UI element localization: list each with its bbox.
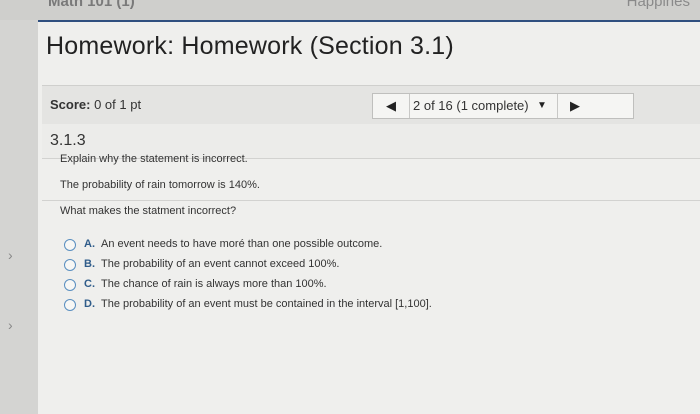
score-display: Score: 0 of 1 pt bbox=[50, 97, 141, 112]
chevron-down-icon[interactable]: ▼ bbox=[537, 94, 547, 118]
page-title: Homework: Homework (Section 3.1) bbox=[46, 32, 454, 60]
chevron-right-icon[interactable]: › bbox=[8, 317, 13, 333]
radio-button[interactable] bbox=[64, 239, 76, 251]
option-text: The probability of an event cannot excee… bbox=[101, 258, 340, 270]
option-text: An event needs to have moré than one pos… bbox=[101, 238, 383, 250]
browser-tab-bar: Math 101 (1) Happines bbox=[0, 0, 700, 20]
chevron-right-icon[interactable]: › bbox=[8, 247, 13, 263]
question-prompt: What makes the statment incorrect? bbox=[60, 205, 237, 217]
option-text: The chance of rain is always more than 1… bbox=[101, 278, 327, 290]
radio-button[interactable] bbox=[64, 299, 76, 311]
divider bbox=[42, 200, 700, 201]
browser-tab-course[interactable]: Math 101 (1) bbox=[48, 0, 135, 10]
score-label: Score: bbox=[50, 97, 91, 112]
option-text: The probability of an event must be cont… bbox=[101, 298, 432, 310]
radio-button[interactable] bbox=[64, 259, 76, 271]
question-position-dropdown[interactable]: 2 of 16 (1 complete) bbox=[413, 94, 529, 118]
previous-question-button[interactable]: ◀ bbox=[373, 94, 410, 118]
question-instruction: Explain why the statement is incorrect. bbox=[60, 153, 248, 165]
score-value: 0 of 1 pt bbox=[94, 97, 142, 112]
option-letter: A. bbox=[84, 238, 95, 250]
radio-button[interactable] bbox=[64, 279, 76, 291]
option-letter: C. bbox=[84, 278, 95, 290]
left-gutter: › › bbox=[0, 20, 38, 414]
arrow-right-icon: ▶ bbox=[570, 98, 580, 113]
option-letter: B. bbox=[84, 258, 95, 270]
question-number: 3.1.3 bbox=[50, 132, 86, 149]
question-statement: The probability of rain tomorrow is 140%… bbox=[60, 179, 260, 191]
next-question-button[interactable]: ▶ bbox=[557, 94, 592, 118]
homework-panel: Homework: Homework (Section 3.1) Score: … bbox=[38, 22, 700, 414]
option-letter: D. bbox=[84, 298, 95, 310]
arrow-left-icon: ◀ bbox=[386, 98, 396, 113]
browser-tab-other[interactable]: Happines bbox=[627, 0, 690, 10]
score-bar: Score: 0 of 1 pt ◀ 2 of 16 (1 complete) … bbox=[42, 85, 700, 125]
question-navigator: ◀ 2 of 16 (1 complete) ▼ ▶ bbox=[372, 93, 634, 119]
